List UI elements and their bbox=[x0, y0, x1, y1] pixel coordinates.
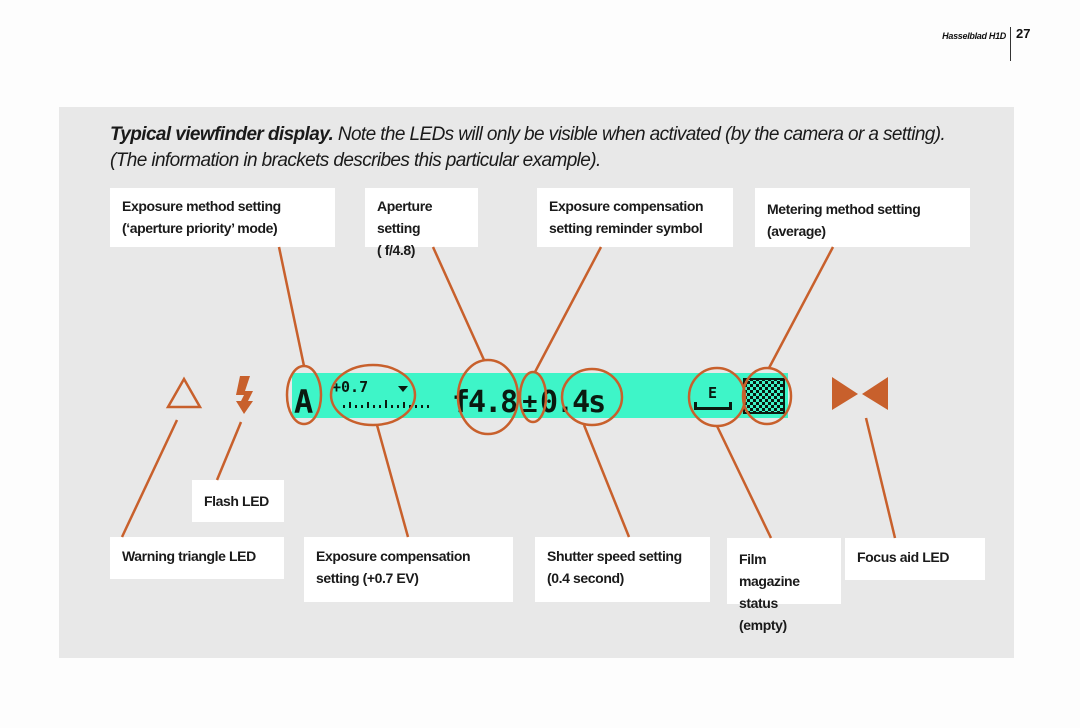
leader-comp-symbol bbox=[533, 246, 603, 373]
leader-mode bbox=[277, 246, 306, 367]
lcd-magazine: E bbox=[708, 384, 717, 402]
flash-bolt-icon bbox=[236, 376, 253, 414]
leader-warning bbox=[120, 419, 179, 538]
warning-triangle-icon bbox=[165, 376, 203, 409]
lcd-metering-icon bbox=[743, 378, 785, 414]
focus-aid-icon bbox=[832, 377, 888, 410]
leader-magazine bbox=[715, 425, 773, 539]
leader-shutter bbox=[582, 424, 631, 538]
leader-focus bbox=[864, 417, 897, 539]
leader-aperture bbox=[431, 246, 486, 361]
lcd-shutter: 0.4s bbox=[540, 385, 604, 420]
leader-exp-comp bbox=[375, 424, 410, 538]
leader-metering bbox=[767, 246, 835, 369]
lcd-mode: A bbox=[294, 383, 313, 421]
viewfinder-diagram: A +0.7 f4.8 ± 0.4s E bbox=[120, 246, 897, 539]
leader-flash bbox=[215, 421, 243, 481]
